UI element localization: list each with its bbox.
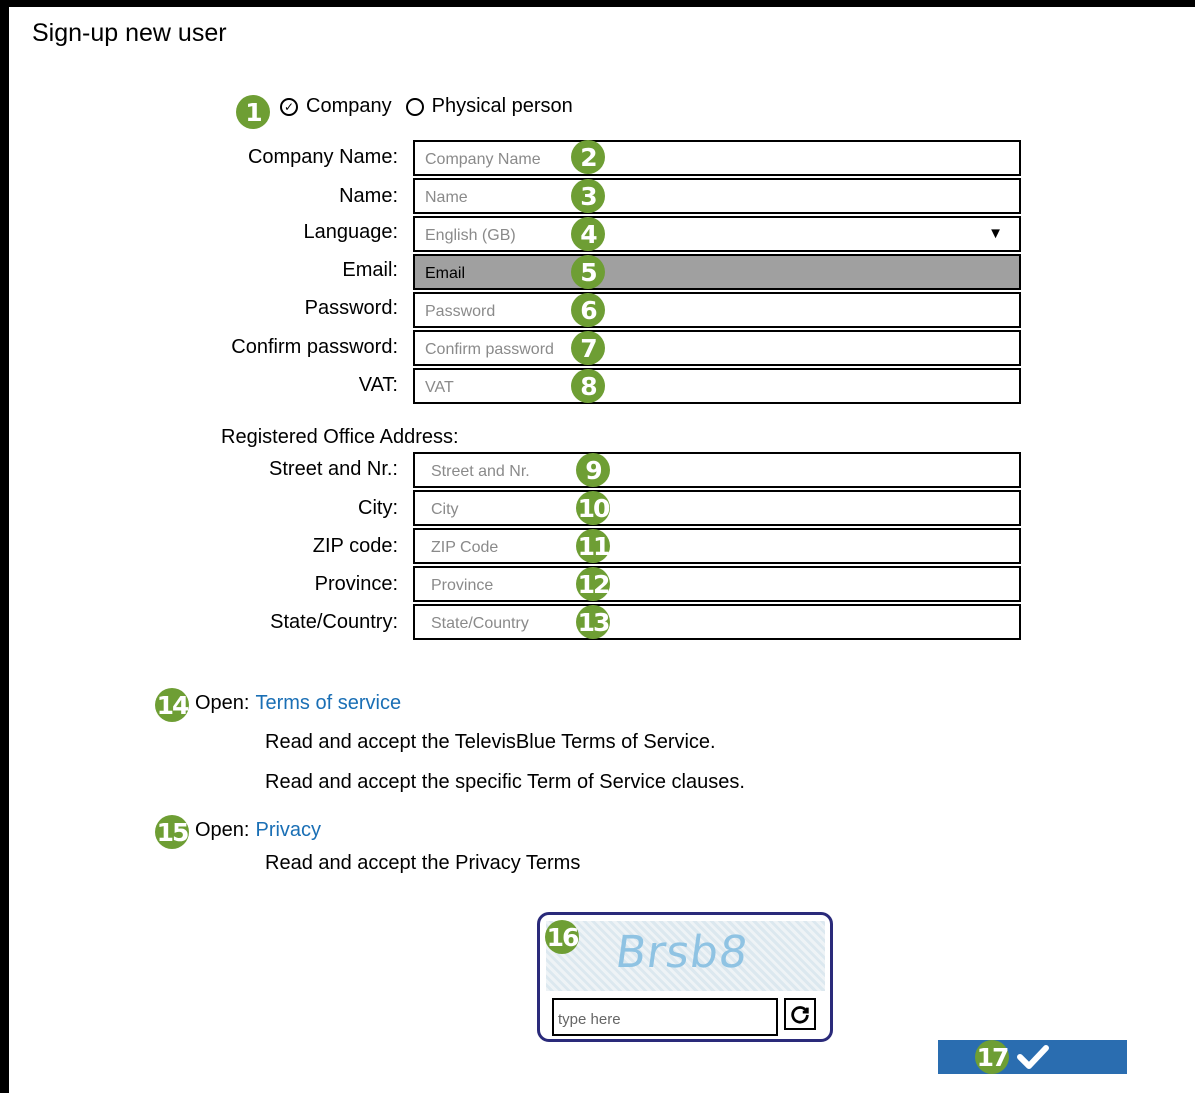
street-label: Street and Nr.:: [269, 458, 398, 480]
privacy-line-1: Read and accept the Privacy Terms: [265, 852, 581, 874]
zip-label: ZIP code:: [312, 535, 398, 557]
city-field: [413, 490, 1021, 526]
privacy-open-label: Open:: [195, 819, 250, 841]
step-marker-7: 7: [571, 331, 605, 365]
privacy-row: Open: Privacy: [195, 819, 321, 842]
physical-person-radio[interactable]: [405, 97, 424, 116]
step-marker-13: 13: [576, 605, 610, 639]
province-input[interactable]: [415, 568, 1019, 600]
email-label: Email:: [342, 259, 398, 281]
physical-person-radio-label[interactable]: Physical person: [432, 95, 573, 118]
state-country-label: State/Country:: [270, 611, 398, 633]
confirm-password-input[interactable]: [415, 332, 1019, 364]
registered-office-heading: Registered Office Address:: [221, 426, 459, 448]
confirm-password-label: Confirm password:: [231, 336, 398, 358]
language-select[interactable]: ▼: [413, 216, 1021, 252]
step-marker-11: 11: [576, 529, 610, 563]
language-value[interactable]: [415, 218, 1019, 250]
email-field: [413, 254, 1021, 290]
terms-of-service-link[interactable]: Terms of service: [255, 692, 401, 715]
step-marker-12: 12: [576, 567, 610, 601]
captcha-field: [552, 998, 778, 1036]
zip-field: [413, 528, 1021, 564]
name-label: Name:: [339, 185, 398, 207]
user-type-radio-group: ✓ Company Physical person: [280, 95, 587, 118]
password-field: [413, 292, 1021, 328]
street-field: [413, 452, 1021, 488]
privacy-link[interactable]: Privacy: [255, 819, 321, 842]
confirm-password-field: [413, 330, 1021, 366]
captcha-box: Brsb8: [537, 912, 833, 1042]
state-country-field: [413, 604, 1021, 640]
vat-label: VAT:: [358, 374, 398, 396]
captcha-input[interactable]: [554, 1000, 776, 1034]
company-radio-label[interactable]: Company: [306, 95, 392, 118]
password-input[interactable]: [415, 294, 1019, 326]
checkmark-icon: [1016, 1045, 1049, 1069]
page-title: Sign-up new user: [32, 19, 227, 47]
step-marker-10: 10: [576, 491, 610, 525]
vat-input[interactable]: [415, 370, 1019, 402]
company-name-field: [413, 140, 1021, 176]
step-marker-15: 15: [155, 815, 189, 849]
terms-row: Open: Terms of service: [195, 692, 401, 715]
city-input[interactable]: [415, 492, 1019, 524]
password-label: Password:: [304, 297, 398, 319]
company-name-label: Company Name:: [247, 146, 398, 168]
terms-line-1: Read and accept the TelevisBlue Terms of…: [265, 731, 716, 753]
refresh-icon[interactable]: [784, 998, 816, 1030]
terms-line-2: Read and accept the specific Term of Ser…: [265, 771, 745, 793]
step-marker-3: 3: [571, 179, 605, 213]
zip-input[interactable]: [415, 530, 1019, 562]
email-input[interactable]: [415, 256, 1019, 288]
terms-open-label: Open:: [195, 692, 250, 714]
step-marker-1: 1: [236, 95, 270, 129]
step-marker-4: 4: [571, 217, 605, 251]
company-name-input[interactable]: [415, 142, 1019, 174]
step-marker-14: 14: [155, 688, 189, 722]
step-marker-6: 6: [571, 293, 605, 327]
state-country-input[interactable]: [415, 606, 1019, 638]
dropdown-arrow-icon[interactable]: ▼: [988, 225, 1003, 242]
vat-field: [413, 368, 1021, 404]
province-field: [413, 566, 1021, 602]
refresh-icon-graphic: [791, 1006, 809, 1024]
check-icon: ✓: [283, 99, 295, 114]
step-marker-2: 2: [571, 140, 605, 174]
captcha-image: Brsb8: [546, 921, 825, 991]
street-input[interactable]: [415, 454, 1019, 486]
captcha-text: Brsb8: [612, 927, 752, 978]
submit-button[interactable]: [938, 1040, 1127, 1074]
name-field: [413, 178, 1021, 214]
step-marker-16: 16: [545, 920, 579, 954]
step-marker-17: 17: [975, 1040, 1009, 1074]
language-label: Language:: [303, 221, 398, 243]
city-label: City:: [358, 497, 398, 519]
step-marker-5: 5: [571, 255, 605, 289]
name-input[interactable]: [415, 180, 1019, 212]
province-label: Province:: [314, 573, 398, 595]
step-marker-8: 8: [571, 369, 605, 403]
step-marker-9: 9: [576, 453, 610, 487]
company-radio[interactable]: ✓: [280, 97, 298, 116]
